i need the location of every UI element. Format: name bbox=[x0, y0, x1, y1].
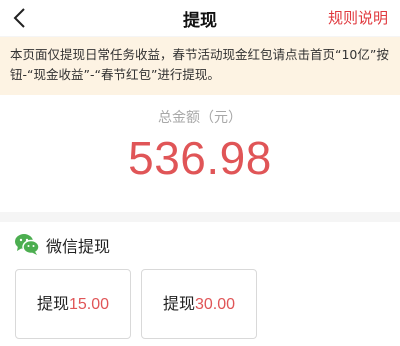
withdraw-option-amount: 15.00 bbox=[68, 296, 110, 313]
total-amount-label: 总金额（元） bbox=[158, 110, 242, 126]
withdraw-option-amount: 30.00 bbox=[194, 296, 236, 313]
withdraw-method-label: 微信提现 bbox=[46, 237, 111, 256]
withdraw-option-30[interactable]: 提现30.00 bbox=[141, 269, 257, 339]
wechat-icon bbox=[15, 234, 40, 255]
withdraw-option-label: 提现 bbox=[36, 294, 69, 313]
balance-summary: 总金额（元） 536.98 bbox=[0, 95, 400, 212]
notice-banner: 本页面仅提现日常任务收益，春节活动现金红包请点击首页“10亿”按钮-“现金收益”… bbox=[0, 37, 400, 95]
total-amount-value: 536.98 bbox=[128, 132, 272, 184]
withdraw-option-label: 提现 bbox=[162, 294, 195, 313]
withdraw-section: 微信提现 提现15.00 提现30.00 bbox=[0, 222, 400, 346]
rules-link[interactable]: 规则说明 bbox=[328, 7, 388, 28]
top-bar: 提现 规则说明 bbox=[0, 0, 400, 36]
withdraw-option-15[interactable]: 提现15.00 bbox=[15, 269, 131, 339]
